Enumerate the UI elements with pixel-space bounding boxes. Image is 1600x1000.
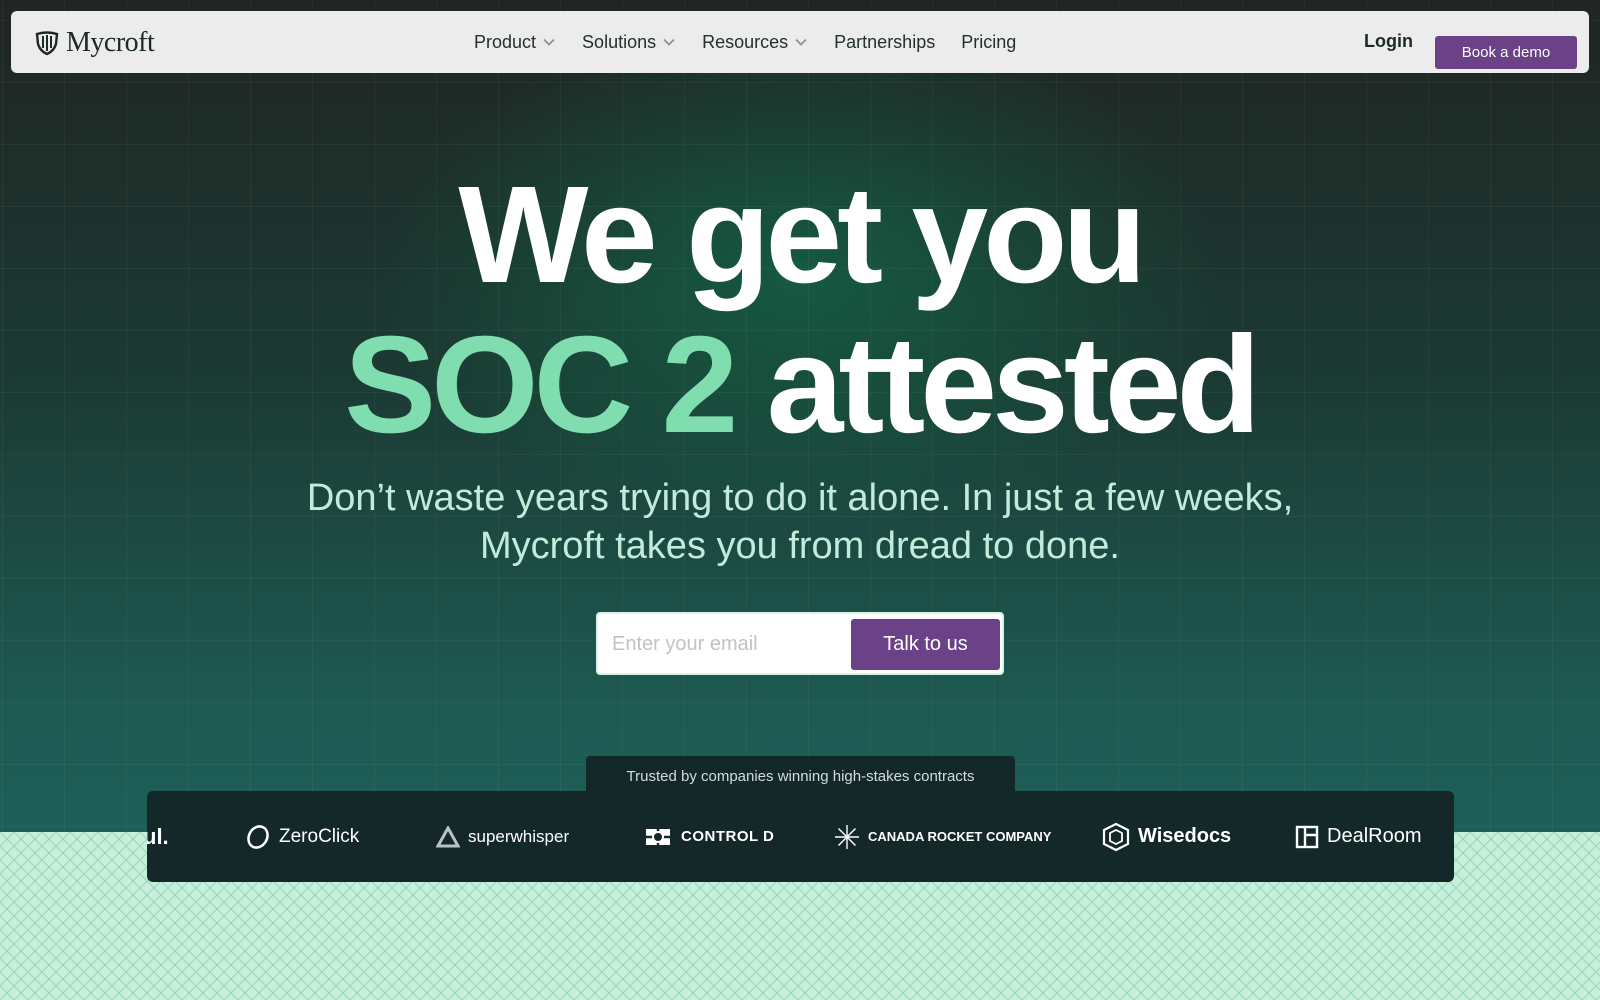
nav-item-label: Resources bbox=[702, 31, 789, 52]
hero-headline-line2: SOC 2 attested bbox=[0, 310, 1600, 460]
triangle-icon bbox=[436, 825, 460, 847]
logo-canada-rocket-company-text: CANADA ROCKET COMPANY bbox=[868, 829, 1052, 844]
email-input[interactable] bbox=[612, 622, 842, 666]
logo-wisedocs: Wisedocs bbox=[1102, 791, 1231, 882]
cube-icon bbox=[1102, 822, 1130, 851]
logo-controld-text: CONTROL D bbox=[681, 828, 775, 845]
trusted-by-label: Trusted by companies winning high-stakes… bbox=[586, 756, 1015, 792]
zeroclick-icon bbox=[247, 824, 269, 849]
chevron-down-icon bbox=[795, 38, 807, 46]
brand-logo[interactable]: Mycroft bbox=[34, 27, 155, 59]
hero-headline-line1: We get you bbox=[458, 158, 1147, 312]
chevron-down-icon bbox=[663, 38, 675, 46]
logo-controld: CONTROL D bbox=[643, 791, 774, 882]
starburst-icon bbox=[835, 824, 859, 849]
hero-subheading-line1: Don’t waste years trying to do it alone.… bbox=[306, 477, 1294, 519]
controld-icon bbox=[646, 826, 670, 847]
nav-item-label: Solutions bbox=[582, 31, 657, 52]
login-link[interactable]: Login bbox=[1364, 31, 1413, 52]
logo-superwhisper-text: superwhisper bbox=[468, 826, 570, 846]
logo-ul: ul. bbox=[147, 791, 169, 882]
nav-links: Product Solutions Resources Partnerships… bbox=[474, 11, 1042, 73]
nav-item-label: Partnerships bbox=[834, 31, 936, 52]
nav-item-label: Product bbox=[474, 31, 537, 52]
chevron-down-icon bbox=[543, 38, 555, 46]
hero-headline-accent: SOC 2 bbox=[344, 308, 738, 462]
top-navbar: Mycroft Product Solutions Resources Part… bbox=[11, 11, 1589, 73]
hero-headline-rest: attested bbox=[766, 308, 1261, 462]
logo-wisedocs-text: Wisedocs bbox=[1138, 825, 1232, 847]
logo-zeroclick: ZeroClick bbox=[245, 791, 359, 882]
logo-dealroom: DealRoom bbox=[1295, 791, 1421, 882]
nav-item-product[interactable]: Product bbox=[474, 32, 556, 53]
logo-zeroclick-text: ZeroClick bbox=[279, 825, 360, 847]
shield-logo-icon bbox=[35, 31, 59, 56]
logo-superwhisper: superwhisper bbox=[436, 791, 569, 882]
talk-to-us-button[interactable]: Talk to us bbox=[851, 619, 1000, 670]
hero-section: We get you SOC 2 attested Don’t waste ye… bbox=[0, 0, 1600, 832]
customer-logos-bar: ul. ZeroClick superwhisper CONTROL D CAN… bbox=[147, 791, 1454, 882]
logo-ul-text: ul. bbox=[147, 823, 169, 849]
nav-item-resources[interactable]: Resources bbox=[702, 32, 808, 53]
nav-item-pricing[interactable]: Pricing bbox=[961, 32, 1016, 53]
lower-section-heading-partial bbox=[465, 972, 482, 1000]
hero-subheading-line2: Mycroft takes you from dread to done. bbox=[480, 525, 1120, 567]
email-signup-form: Talk to us bbox=[596, 612, 1004, 675]
hero-subheading: Don’t waste years trying to do it alone.… bbox=[0, 474, 1600, 570]
brand-name: Mycroft bbox=[66, 27, 155, 58]
nav-item-solutions[interactable]: Solutions bbox=[582, 32, 676, 53]
book-demo-button[interactable]: Book a demo bbox=[1435, 36, 1577, 69]
nav-item-partnerships[interactable]: Partnerships bbox=[834, 32, 935, 53]
logo-canada-rocket-company: CANADA ROCKET COMPANY bbox=[834, 791, 1051, 882]
dealroom-icon bbox=[1295, 825, 1319, 848]
logo-dealroom-text: DealRoom bbox=[1327, 825, 1422, 847]
nav-item-label: Pricing bbox=[961, 31, 1017, 52]
